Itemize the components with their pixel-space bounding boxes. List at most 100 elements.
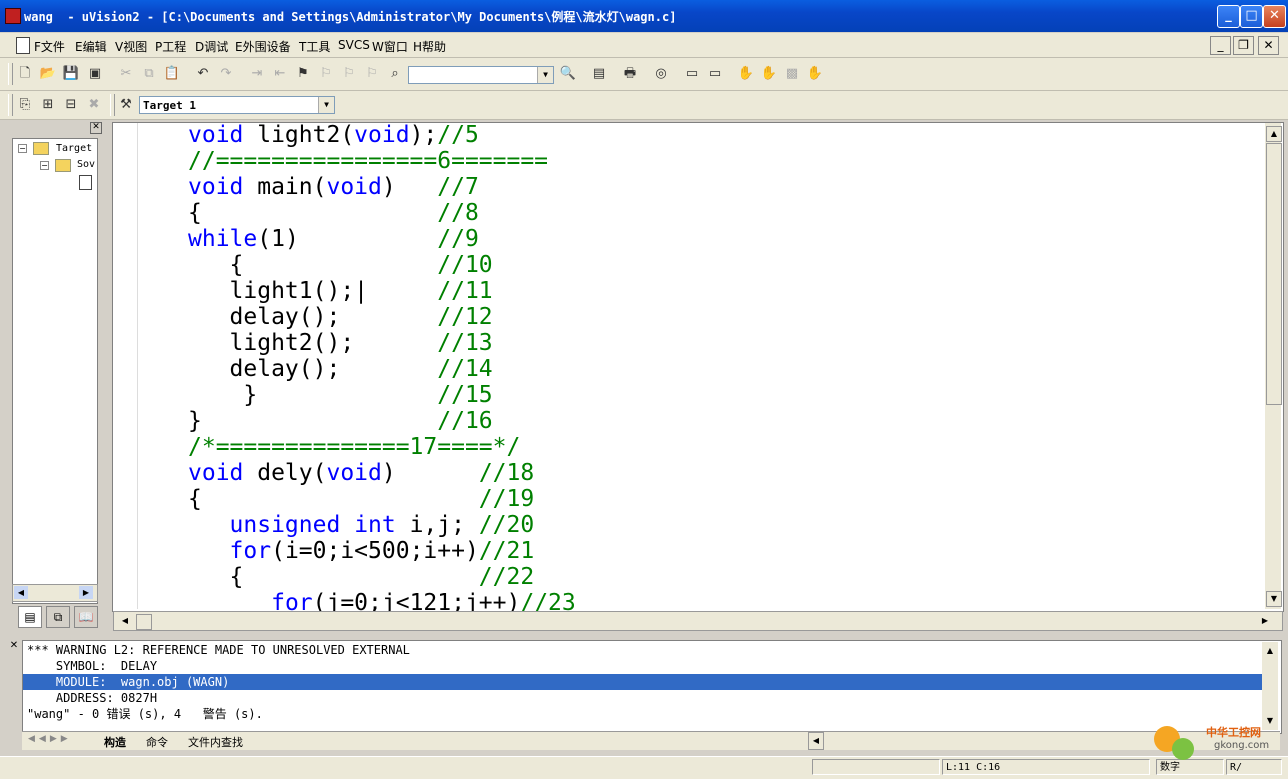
code-line[interactable]: /*==============17====*/ xyxy=(188,434,520,460)
c-file-icon[interactable] xyxy=(79,175,92,190)
code-line[interactable]: light1();| //11 xyxy=(188,278,493,304)
code-line[interactable]: void light2(void);//5 xyxy=(188,122,479,148)
build-target-icon[interactable]: ⊞ xyxy=(39,96,57,114)
copy-icon[interactable]: ⧉ xyxy=(140,65,158,83)
find-icon[interactable]: 🔍 xyxy=(559,65,577,83)
editor-vscrollbar[interactable]: ▲ ▼ xyxy=(1265,123,1282,609)
hscroll-thumb[interactable] xyxy=(136,614,152,630)
mdi-restore-button[interactable]: ❐ xyxy=(1233,36,1254,55)
code-line[interactable]: while(1) //9 xyxy=(188,226,479,252)
indent-icon[interactable]: ⇥ xyxy=(248,65,266,83)
maximize-button[interactable]: □ xyxy=(1240,5,1263,28)
debug-session-icon[interactable]: ◎ xyxy=(652,65,670,83)
stop-build-icon[interactable]: ✖ xyxy=(85,96,103,114)
code-line[interactable]: { //19 xyxy=(188,486,534,512)
toolbar-grip[interactable] xyxy=(8,94,13,116)
output-window-icon[interactable]: ▭ xyxy=(706,65,724,83)
code-line[interactable]: void main(void) //7 xyxy=(188,174,479,200)
rebuild-all-icon[interactable]: ⊟ xyxy=(62,96,80,114)
redo-icon[interactable]: ↷ xyxy=(217,65,235,83)
tab-build[interactable]: 构造 xyxy=(104,734,126,750)
breakpoint-icon[interactable]: ✋ xyxy=(760,65,778,83)
print-icon[interactable]: 🖶 xyxy=(621,65,639,83)
minimize-button[interactable]: _ xyxy=(1217,5,1240,28)
toolbar-grip[interactable] xyxy=(8,63,13,85)
output-close-icon[interactable]: ✕ xyxy=(8,640,20,652)
target-select[interactable]: Target 1 ▼ xyxy=(139,96,335,114)
menu-help[interactable]: H帮助 xyxy=(413,38,446,55)
code-line[interactable]: unsigned int i,j; //20 xyxy=(188,512,535,538)
scroll-thumb[interactable] xyxy=(1266,143,1282,405)
code-line[interactable]: { //8 xyxy=(188,200,479,226)
scroll-left-icon[interactable]: ◀ xyxy=(14,586,28,599)
chevron-down-icon[interactable]: ▼ xyxy=(318,97,334,113)
tab-books-icon[interactable]: 📖 xyxy=(74,606,98,628)
output-line[interactable]: *** WARNING L2: REFERENCE MADE TO UNRESO… xyxy=(27,642,410,658)
menu-view[interactable]: V视图 xyxy=(115,38,147,55)
output-line[interactable]: SYMBOL: DELAY xyxy=(27,658,157,674)
disable-breakpoint-icon[interactable]: ▩ xyxy=(783,65,801,83)
output-line[interactable]: MODULE: wagn.obj (WAGN) xyxy=(23,674,1265,690)
scroll-left-icon[interactable]: ◀ xyxy=(118,614,132,628)
editor-hscrollbar[interactable]: ◀ ▶ xyxy=(113,611,1283,631)
output-line[interactable]: "wang" - 0 错误 (s), 4 警告 (s). xyxy=(27,706,263,722)
document-icon[interactable] xyxy=(16,37,30,54)
insert-file-icon[interactable]: ▤ xyxy=(590,65,608,83)
unindent-icon[interactable]: ⇤ xyxy=(271,65,289,83)
kill-breakpoints-icon[interactable]: ✋ xyxy=(806,65,824,83)
target-options-icon[interactable]: ⚒ xyxy=(117,96,135,114)
tab-regs-icon[interactable]: ⧉ xyxy=(46,606,70,628)
mdi-minimize-button[interactable]: _ xyxy=(1210,36,1231,55)
scroll-left-icon[interactable]: ◀ xyxy=(808,732,824,750)
menu-edit[interactable]: E编辑 xyxy=(75,38,107,55)
mdi-close-button[interactable]: ✕ xyxy=(1258,36,1279,55)
tree-item-target[interactable]: Target xyxy=(56,143,92,154)
tab-files-icon[interactable]: ▤ xyxy=(18,606,42,628)
code-line[interactable]: light2(); //13 xyxy=(188,330,493,356)
new-file-icon[interactable]: 🗋 xyxy=(16,65,34,83)
code-line[interactable]: } //15 xyxy=(188,382,492,408)
menu-tools[interactable]: T工具 xyxy=(299,38,330,55)
workspace-icon[interactable]: ▭ xyxy=(683,65,701,83)
close-button[interactable]: ✕ xyxy=(1263,5,1286,28)
collapse-icon[interactable]: − xyxy=(18,144,27,153)
menu-file[interactable]: F文件 xyxy=(34,38,65,55)
code-line[interactable]: void dely(void) //18 xyxy=(188,460,534,486)
app-icon[interactable] xyxy=(5,8,21,24)
find-combo[interactable]: ▼ xyxy=(408,66,554,84)
save-all-icon[interactable]: ▣ xyxy=(86,65,104,83)
translate-icon[interactable]: ⎘ xyxy=(16,96,34,114)
output-vscrollbar[interactable]: ▲ ▼ xyxy=(1262,642,1278,730)
chevron-down-icon[interactable]: ▼ xyxy=(537,67,553,83)
bookmark-toggle-icon[interactable]: ⚑ xyxy=(294,65,312,83)
code-line[interactable]: { //10 xyxy=(188,252,493,278)
tree-hscrollbar[interactable]: ◀ ▶ xyxy=(12,584,98,602)
code-line[interactable]: } //16 xyxy=(188,408,493,434)
open-file-icon[interactable]: 📂 xyxy=(39,65,57,83)
tab-find-in-files[interactable]: 文件内查找 xyxy=(188,734,243,750)
scroll-down-icon[interactable]: ▼ xyxy=(1266,591,1282,607)
bookmark-prev-icon[interactable]: ⚐ xyxy=(340,65,358,83)
tree-item-source-group[interactable]: Sov xyxy=(77,159,95,170)
undo-icon[interactable]: ↶ xyxy=(194,65,212,83)
menu-debug[interactable]: D调试 xyxy=(195,38,228,55)
bookmark-next-icon[interactable]: ⚐ xyxy=(317,65,335,83)
find-in-files-icon[interactable]: ⌕ xyxy=(386,65,404,83)
scroll-right-icon[interactable]: ▶ xyxy=(1258,614,1272,628)
save-icon[interactable]: 💾 xyxy=(62,65,80,83)
code-line[interactable]: delay(); //12 xyxy=(188,304,493,330)
code-line[interactable]: delay(); //14 xyxy=(188,356,493,382)
bookmark-clear-icon[interactable]: ⚐ xyxy=(363,65,381,83)
toolbar-grip[interactable] xyxy=(110,94,115,116)
menu-peripherals[interactable]: E外围设备 xyxy=(235,38,291,55)
cut-icon[interactable]: ✂ xyxy=(117,65,135,83)
panel-close-icon[interactable]: ✕ xyxy=(90,122,102,134)
tab-command[interactable]: 命令 xyxy=(146,734,168,750)
code-line[interactable]: //================6======= xyxy=(188,148,548,174)
paste-icon[interactable]: 📋 xyxy=(163,65,181,83)
menu-svcs[interactable]: SVCS xyxy=(338,38,370,52)
output-line[interactable]: ADDRESS: 0827H xyxy=(27,690,157,706)
scroll-up-icon[interactable]: ▲ xyxy=(1263,644,1277,658)
scroll-right-icon[interactable]: ▶ xyxy=(79,586,93,599)
menu-window[interactable]: W窗口 xyxy=(372,38,408,55)
